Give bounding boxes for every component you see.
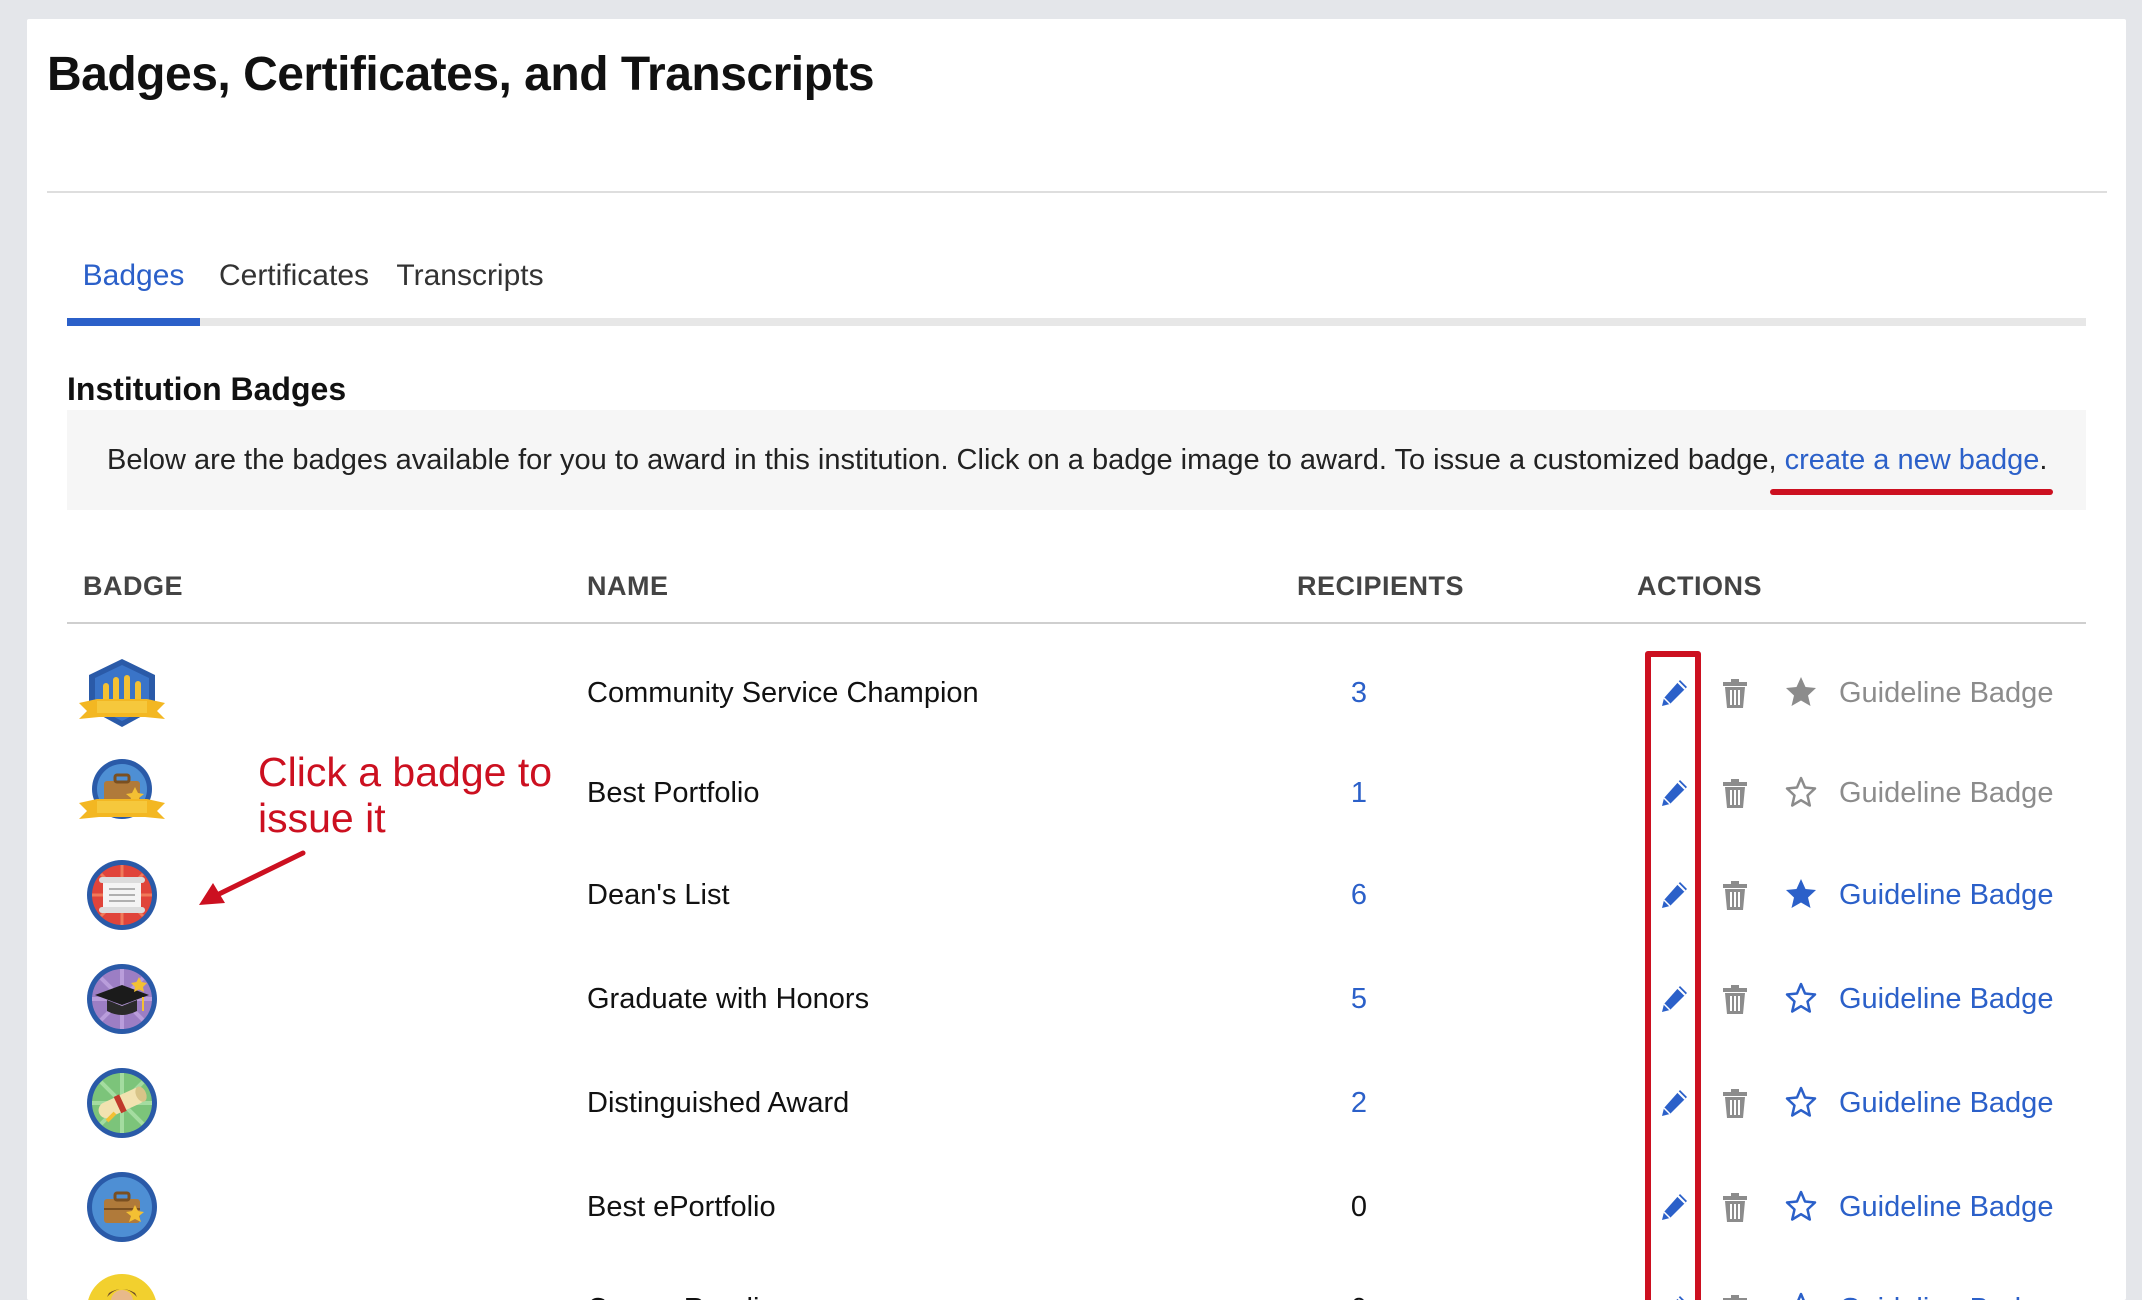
- column-header-badge: BADGE: [83, 571, 184, 601]
- guideline-badge-toggle[interactable]: Guideline Badge: [1839, 643, 2053, 743]
- recipients-count[interactable]: 2: [1329, 1053, 1389, 1153]
- column-header-actions: ACTIONS: [1637, 571, 1762, 601]
- star-outline-icon[interactable]: [1784, 1085, 1818, 1119]
- person-badge-icon[interactable]: [77, 1273, 167, 1300]
- annotation-underline: [1770, 489, 2053, 495]
- recipients-count: 0: [1329, 1259, 1389, 1300]
- annotation-line: issue it: [258, 795, 386, 841]
- tab-label: Badges: [82, 259, 185, 292]
- tab-badges[interactable]: Badges: [67, 241, 200, 326]
- info-suffix: .: [2039, 444, 2048, 476]
- page-container: Badges, Certificates, and Transcripts Ba…: [27, 19, 2126, 1300]
- recipients-count[interactable]: 3: [1329, 643, 1389, 743]
- column-header-name: NAME: [587, 571, 669, 601]
- trash-icon[interactable]: [1720, 1087, 1750, 1119]
- table-row: Dean's List 6 Guideline Badge: [67, 845, 2086, 945]
- guideline-badge-toggle[interactable]: Guideline Badge: [1839, 845, 2053, 945]
- info-box: Below are the badges available for you t…: [67, 410, 2086, 510]
- tab-transcripts[interactable]: Transcripts: [390, 241, 550, 326]
- title-divider: [47, 191, 2107, 193]
- diploma-badge-icon[interactable]: [77, 1067, 167, 1139]
- trash-icon[interactable]: [1720, 1191, 1750, 1223]
- recipients-count[interactable]: 1: [1329, 743, 1389, 843]
- page-title: Badges, Certificates, and Transcripts: [47, 48, 875, 101]
- column-header-recipients: RECIPIENTS: [1297, 571, 1465, 601]
- trash-icon[interactable]: [1720, 1293, 1750, 1300]
- header-divider: [67, 622, 2086, 624]
- recipients-count[interactable]: 6: [1329, 845, 1389, 945]
- table-row: Best ePortfolio 0 Guideline Badge: [67, 1157, 2086, 1257]
- badge-name: Dean's List: [587, 879, 730, 911]
- badge-name: Distinguished Award: [587, 1087, 850, 1119]
- star-outline-icon[interactable]: [1784, 775, 1818, 809]
- hands-raised-badge-icon[interactable]: [77, 657, 167, 729]
- guideline-badge-toggle[interactable]: Guideline Badge: [1839, 949, 2053, 1049]
- tab-label: Certificates: [218, 259, 370, 292]
- trash-icon[interactable]: [1720, 879, 1750, 911]
- briefcase-ribbon-badge-icon[interactable]: [77, 757, 167, 829]
- briefcase-badge-icon[interactable]: [77, 1171, 167, 1243]
- badge-name: Career Readiness: [587, 1259, 821, 1300]
- star-outline-icon[interactable]: [1784, 1291, 1818, 1300]
- trash-icon[interactable]: [1720, 677, 1750, 709]
- section-title: Institution Badges: [67, 371, 347, 407]
- badge-name: Community Service Champion: [587, 677, 979, 709]
- table-row: Community Service Champion 3 Guideline B…: [67, 643, 2086, 743]
- guideline-badge-toggle[interactable]: Guideline Badge: [1839, 743, 2053, 843]
- star-outline-icon[interactable]: [1784, 1189, 1818, 1223]
- table-row: Career Readiness 0 Guideline Badge: [67, 1259, 2086, 1300]
- tab-label: Transcripts: [396, 259, 544, 292]
- table-row: Graduate with Honors 5 Guideline Badge: [67, 949, 2086, 1049]
- tab-bar: Badges Certificates Transcripts: [67, 241, 2086, 326]
- trash-icon[interactable]: [1720, 777, 1750, 809]
- annotation-callout: Click a badge to issue it: [258, 749, 578, 841]
- annotation-line: Click a badge to: [258, 749, 553, 795]
- star-filled-icon[interactable]: [1784, 675, 1818, 709]
- annotation-highlight-box: [1645, 651, 1701, 1300]
- active-tab-indicator: [67, 318, 200, 326]
- table-row: Distinguished Award 2 Guideline Badge: [67, 1053, 2086, 1153]
- badge-name: Graduate with Honors: [587, 983, 870, 1015]
- trash-icon[interactable]: [1720, 983, 1750, 1015]
- guideline-badge-toggle[interactable]: Guideline Badge: [1839, 1259, 2053, 1300]
- star-outline-icon[interactable]: [1784, 981, 1818, 1015]
- guideline-badge-toggle[interactable]: Guideline Badge: [1839, 1053, 2053, 1153]
- graduation-cap-badge-icon[interactable]: [77, 963, 167, 1035]
- create-badge-link[interactable]: create a new badge: [1785, 444, 2040, 476]
- star-filled-icon[interactable]: [1784, 877, 1818, 911]
- annotation-arrow-icon: [199, 850, 306, 905]
- badge-name: Best ePortfolio: [587, 1191, 776, 1223]
- recipients-count[interactable]: 5: [1329, 949, 1389, 1049]
- badge-name: Best Portfolio: [587, 777, 760, 809]
- scroll-badge-icon[interactable]: [77, 859, 167, 931]
- tab-certificates[interactable]: Certificates: [214, 241, 374, 326]
- recipients-count: 0: [1350, 1191, 1368, 1223]
- info-text: Below are the badges available for you t…: [107, 444, 1785, 476]
- guideline-badge-toggle[interactable]: Guideline Badge: [1839, 1157, 2053, 1257]
